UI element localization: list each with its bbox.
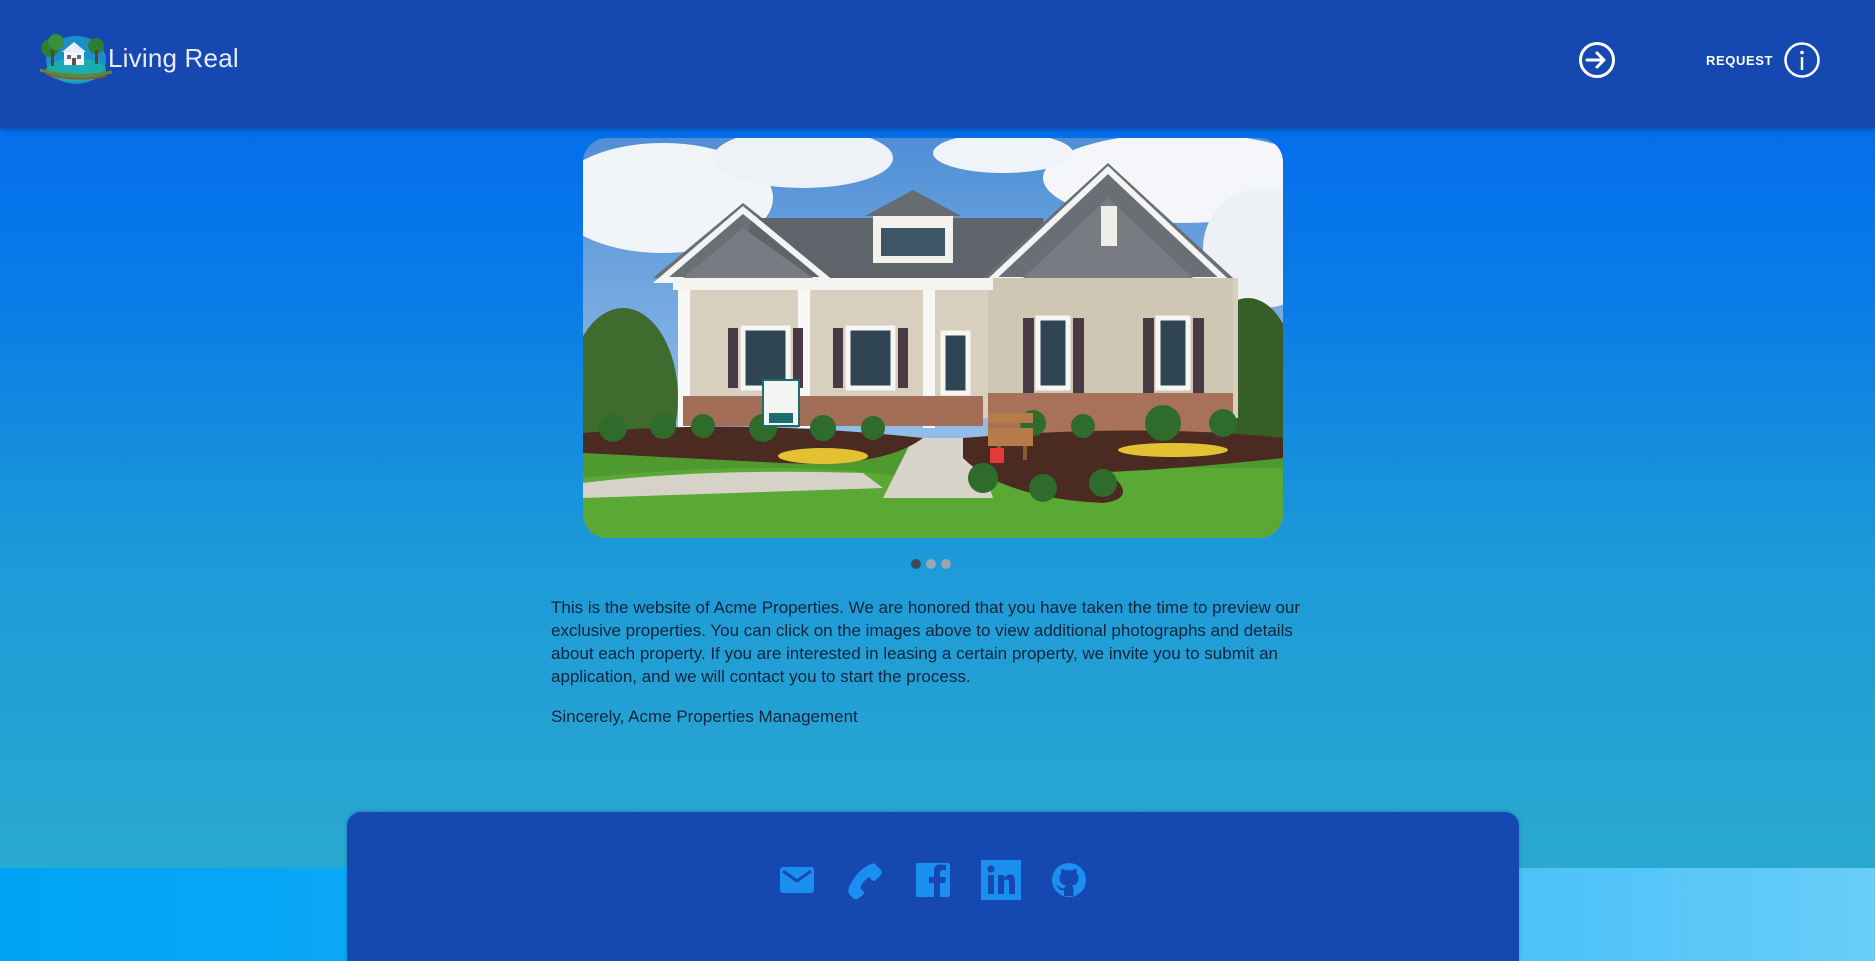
intro-section: This is the website of Acme Properties. … [551,596,1311,745]
info-icon [1784,42,1820,78]
linkedin-link[interactable] [981,860,1021,900]
top-navbar: Living Real REQUEST [0,0,1875,127]
login-button[interactable] [1578,41,1616,79]
brand-link[interactable]: Living Real [36,30,239,86]
footer [347,812,1519,961]
github-link[interactable] [1049,860,1089,900]
facebook-icon [916,863,950,897]
login-arrow-icon [1579,42,1615,78]
intro-signature: Sincerely, Acme Properties Management [551,707,858,726]
carousel-dot-2[interactable] [926,559,936,569]
facebook-link[interactable] [913,860,953,900]
property-carousel-slide[interactable] [583,138,1283,538]
carousel-indicators [911,559,951,569]
linkedin-icon [981,860,1021,900]
email-link[interactable] [777,860,817,900]
phone-icon [848,863,882,900]
request-button[interactable]: REQUEST [1706,40,1821,80]
social-links [347,860,1519,900]
phone-link[interactable] [845,860,885,900]
carousel-dot-1[interactable] [911,559,921,569]
intro-paragraph: This is the website of Acme Properties. … [551,598,1301,686]
request-label: REQUEST [1706,52,1774,68]
email-icon [780,867,814,893]
carousel-dot-3[interactable] [941,559,951,569]
brand-name: Living Real [108,42,239,73]
house-photo [583,138,1283,538]
github-icon [1052,863,1086,897]
house-logo-icon [39,34,112,84]
